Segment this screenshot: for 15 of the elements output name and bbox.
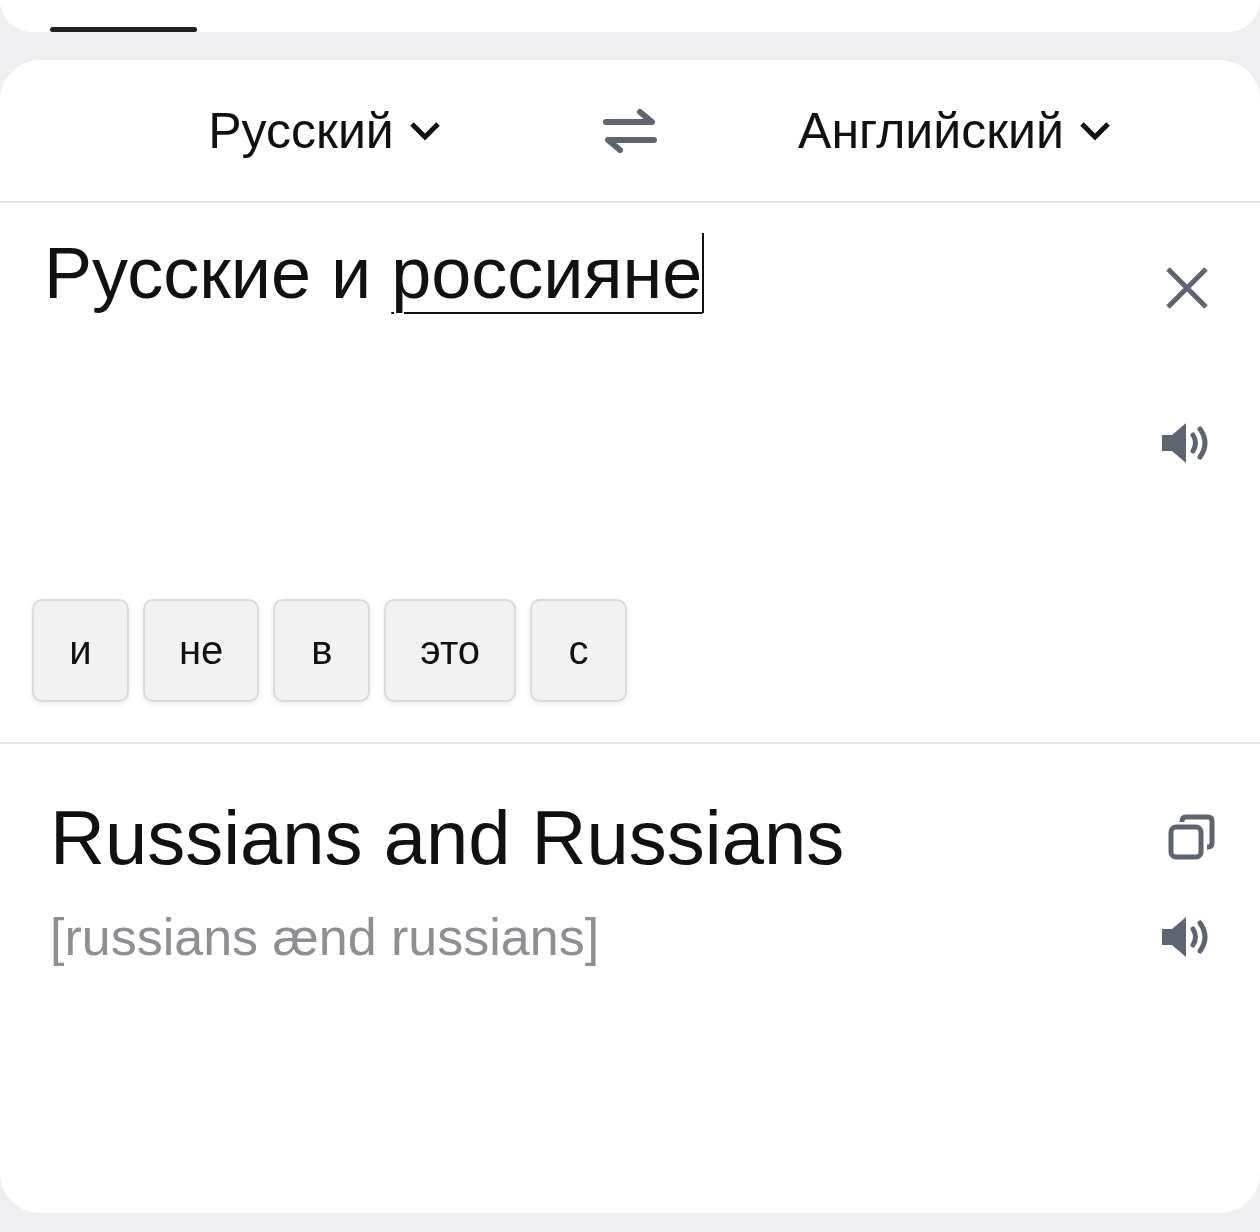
chevron-down-icon xyxy=(1077,119,1112,142)
suggestion-chip[interactable]: и xyxy=(32,599,129,702)
swap-icon[interactable] xyxy=(602,106,658,155)
chevron-down-icon xyxy=(407,119,442,142)
suggestion-chip[interactable]: в xyxy=(273,599,371,702)
close-icon[interactable] xyxy=(1164,265,1210,311)
target-language-selector[interactable]: Английский xyxy=(798,101,1112,160)
source-language-selector[interactable]: Русский xyxy=(208,101,442,160)
copy-icon[interactable] xyxy=(1168,813,1216,862)
input-field[interactable]: Русские и россияне xyxy=(44,225,705,321)
transcription-text: [russians ænd russians] xyxy=(50,907,600,967)
suggestion-chip[interactable]: с xyxy=(530,599,627,702)
suggestion-chip[interactable]: это xyxy=(384,599,516,702)
suggestion-chip[interactable]: не xyxy=(143,599,260,702)
translation-text: Russians and Russians xyxy=(50,794,845,881)
